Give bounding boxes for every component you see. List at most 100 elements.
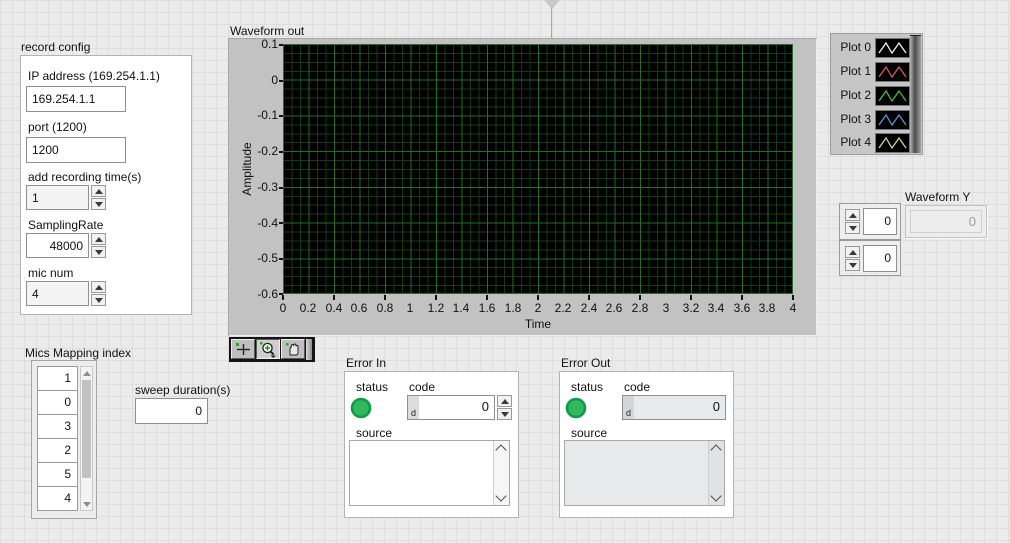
array-cell[interactable]: 2: [37, 438, 78, 463]
array-scrollbar[interactable]: [80, 366, 93, 511]
add-recording-time-label: add recording time(s): [28, 170, 141, 184]
error-in-code-value: 0: [419, 396, 494, 419]
legend-item-label: Plot 4: [831, 135, 871, 149]
increment-button[interactable]: [91, 281, 106, 293]
legend-plot-swatch[interactable]: [875, 133, 910, 153]
legend-item-label: Plot 2: [831, 88, 871, 102]
zoom-tool-button[interactable]: [256, 339, 280, 359]
scroll-up-button[interactable]: [81, 367, 92, 379]
sweep-duration-field[interactable]: 0: [135, 398, 208, 424]
legend-plot-swatch[interactable]: [875, 62, 910, 82]
pan-tool-button[interactable]: [281, 339, 305, 359]
port-field[interactable]: 1200: [26, 137, 126, 163]
error-out-source-label: source: [571, 426, 607, 440]
error-out-status-led: [564, 396, 588, 420]
y-tick-mark: [279, 151, 283, 153]
x-tick-label: 0.4: [326, 301, 343, 315]
y-axis-label: Amplitude: [240, 142, 254, 195]
y-tick-label: -0.2: [230, 144, 278, 158]
waveform-plot-area[interactable]: [283, 44, 793, 294]
scrollbar-thumb[interactable]: [82, 380, 91, 478]
array-cell[interactable]: 0: [37, 390, 78, 415]
down-arrow-icon: [501, 412, 509, 417]
y-tick-mark: [279, 115, 283, 117]
legend-plot-swatch[interactable]: [875, 38, 910, 58]
error-in-status-led[interactable]: [349, 396, 373, 420]
x-tick-mark: [282, 295, 284, 300]
x-tick-mark: [333, 295, 335, 300]
scroll-up-icon[interactable]: [495, 444, 506, 455]
increment-button[interactable]: [845, 209, 860, 221]
magnifier-icon: [259, 341, 277, 358]
decrement-button[interactable]: [845, 222, 860, 234]
x-tick-mark: [537, 295, 539, 300]
index-field[interactable]: 0: [863, 245, 897, 272]
labview-front-panel: { "colors": { "panel_background": "#ebeb…: [0, 0, 1010, 543]
add-recording-time-field[interactable]: 1: [26, 185, 89, 210]
x-tick-label: 1.4: [453, 301, 470, 315]
decrement-button[interactable]: [91, 246, 106, 258]
x-tick-label: 4: [790, 301, 797, 315]
legend-plot-swatch[interactable]: [875, 110, 910, 130]
crosshair-tool-button[interactable]: [231, 339, 255, 359]
decrement-button[interactable]: [91, 294, 106, 306]
mic-num-field[interactable]: 4: [26, 281, 89, 306]
increment-button[interactable]: [497, 395, 512, 407]
down-arrow-icon: [849, 263, 857, 268]
array-cell[interactable]: 5: [37, 462, 78, 487]
increment-button[interactable]: [91, 185, 106, 197]
down-arrow-icon: [95, 298, 103, 303]
error-in-code-field[interactable]: d 0: [407, 395, 495, 420]
radix-indicator[interactable]: d: [408, 396, 419, 419]
x-tick-mark: [588, 295, 590, 300]
increment-button[interactable]: [845, 246, 860, 258]
scroll-down-icon[interactable]: [710, 490, 721, 501]
array-cell[interactable]: 3: [37, 414, 78, 439]
y-tick-label: 0.1: [230, 37, 278, 51]
pane-splitter-line[interactable]: [551, 8, 552, 38]
x-tick-label: 1.2: [428, 301, 445, 315]
x-tick-label: 2.6: [606, 301, 623, 315]
legend-edge-shade: [910, 35, 921, 153]
port-label: port (1200): [28, 120, 87, 134]
sampling-rate-field[interactable]: 48000: [26, 233, 89, 258]
decrement-button[interactable]: [497, 408, 512, 420]
x-tick-mark: [384, 295, 386, 300]
legend-plot-swatch[interactable]: [875, 86, 910, 106]
array-cell[interactable]: 1: [37, 366, 78, 391]
decrement-button[interactable]: [91, 198, 106, 210]
scroll-down-icon[interactable]: [495, 490, 506, 501]
y-tick-label: -0.4: [230, 216, 278, 230]
crosshair-icon: [235, 342, 252, 357]
down-arrow-icon: [849, 226, 857, 231]
x-tick-label: 3.2: [683, 301, 700, 315]
up-arrow-icon: [849, 213, 857, 218]
waveform-line-icon: [876, 87, 909, 105]
pane-splitter-handle[interactable]: [544, 0, 560, 9]
up-arrow-icon: [95, 285, 103, 290]
scroll-down-button[interactable]: [81, 498, 92, 510]
source-scrollbar[interactable]: [708, 441, 724, 505]
error-in-source-field[interactable]: [349, 440, 510, 506]
x-tick-mark: [690, 295, 692, 300]
error-in-status-label: status: [356, 380, 388, 394]
mic-num-spinner: [91, 281, 106, 306]
array-cell[interactable]: 4: [37, 486, 78, 511]
error-in-code-label: code: [409, 380, 435, 394]
index-spinner: [845, 209, 860, 234]
decrement-button[interactable]: [845, 259, 860, 271]
increment-button[interactable]: [91, 233, 106, 245]
index-field[interactable]: 0: [863, 208, 897, 235]
x-tick-label: 2: [535, 301, 542, 315]
scroll-up-icon[interactable]: [710, 444, 721, 455]
ip-address-field[interactable]: 169.254.1.1: [26, 86, 126, 112]
waveform-y-index-control-2: 0: [839, 240, 901, 276]
waveform-line-icon: [876, 39, 909, 57]
error-out-title: Error Out: [561, 356, 610, 370]
index-spinner: [845, 246, 860, 271]
x-tick-label: 2.8: [632, 301, 649, 315]
error-out-code-value: 0: [634, 396, 725, 419]
error-in-code-spinner: [497, 395, 512, 420]
y-tick-label: -0.3: [230, 180, 278, 194]
source-scrollbar[interactable]: [493, 441, 509, 505]
